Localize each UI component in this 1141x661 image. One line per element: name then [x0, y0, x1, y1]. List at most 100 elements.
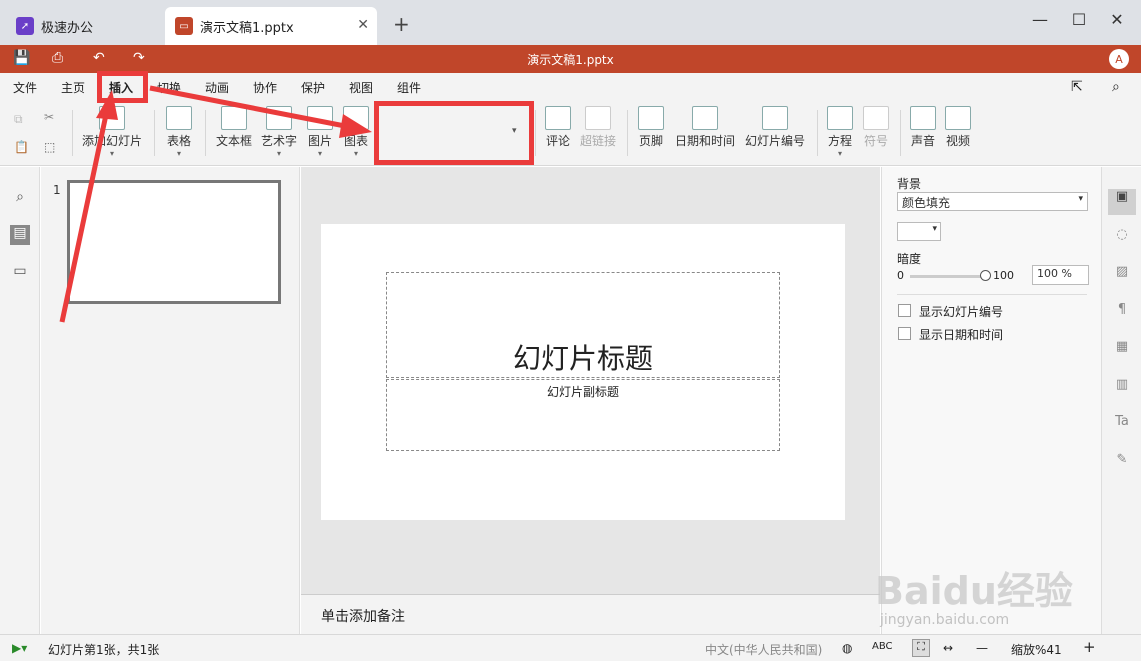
wordart-icon: [266, 106, 292, 130]
annotation-box-insert-menu: [97, 71, 148, 103]
menu-bar: 文件 主页 插入 切换 动画 协作 保护 视图 组件 ⇱ ⌕: [0, 73, 1141, 100]
opacity-stepper[interactable]: 100 %: [1032, 265, 1089, 285]
cut-icon[interactable]: ✂: [44, 110, 54, 124]
signature-icon[interactable]: ✎: [1113, 452, 1131, 470]
footer-icon: [638, 106, 664, 130]
close-tab-icon[interactable]: ✕: [357, 17, 369, 33]
equation-button[interactable]: 方程 ▾: [825, 106, 855, 158]
wordart-button[interactable]: 艺术字 ▾: [259, 106, 299, 158]
menu-view[interactable]: 视图: [349, 79, 373, 96]
menu-plugins[interactable]: 组件: [397, 79, 421, 96]
chart-settings-icon[interactable]: ▥: [1113, 377, 1131, 395]
comments-icon[interactable]: ▭: [10, 263, 30, 283]
show-slide-number-checkbox[interactable]: [898, 304, 911, 317]
slide-count: 幻灯片第1张，共1张: [48, 643, 160, 657]
copy-icon[interactable]: ⧉: [14, 112, 23, 127]
zoom-in-icon[interactable]: +: [1083, 638, 1096, 656]
omega-icon: [863, 106, 889, 130]
menu-transition[interactable]: 切换: [157, 79, 181, 96]
thumbnail-pane: 1: [41, 167, 300, 634]
title-placeholder[interactable]: 幻灯片标题: [386, 272, 780, 378]
table-button[interactable]: 表格 ▾: [163, 106, 195, 158]
fit-width-icon[interactable]: ↔: [943, 641, 953, 655]
language-select[interactable]: 中文(中华人民共和国): [705, 641, 822, 658]
table-settings-icon[interactable]: ▦: [1113, 339, 1131, 357]
paragraph-icon[interactable]: ¶: [1113, 302, 1131, 320]
wordart-label: 艺术字: [260, 134, 297, 148]
menu-animation[interactable]: 动画: [205, 79, 229, 96]
textbox-label: 文本框: [215, 134, 252, 148]
fit-slide-icon[interactable]: ⛶: [912, 639, 930, 657]
slider-min: 0: [897, 269, 904, 282]
close-window-icon[interactable]: ✕: [1102, 10, 1132, 29]
zoom-out-icon[interactable]: —: [976, 641, 988, 655]
footer-button[interactable]: 页脚: [636, 106, 666, 149]
fill-type-select[interactable]: 颜色填充 ▾: [897, 192, 1088, 211]
textbox-button[interactable]: 文本框: [212, 106, 256, 149]
background-label: 背景: [897, 177, 922, 191]
avatar[interactable]: A: [1109, 49, 1129, 69]
search-icon[interactable]: ⌕: [10, 189, 30, 209]
presentation-icon: ▭: [175, 17, 193, 35]
minimize-icon[interactable]: —: [1025, 10, 1055, 29]
slide-thumbnail[interactable]: [67, 180, 281, 304]
slides-panel-icon[interactable]: ▤: [10, 225, 30, 245]
maximize-icon[interactable]: ☐: [1064, 10, 1094, 29]
image-settings-icon[interactable]: ▨: [1113, 264, 1131, 282]
subtitle-placeholder[interactable]: 幻灯片副标题: [386, 379, 780, 451]
hyperlink-button[interactable]: 超链接: [578, 106, 618, 149]
chart-button[interactable]: 图表 ▾: [342, 106, 370, 158]
slide-number-button[interactable]: 幻灯片编号: [743, 106, 807, 149]
shape-settings-icon[interactable]: ◌: [1113, 227, 1131, 245]
fill-type-value: 颜色填充: [902, 196, 951, 210]
symbol-label: 符号: [863, 134, 888, 148]
dropdown-icon: ▾: [109, 149, 114, 158]
opacity-value: 100 %: [1037, 267, 1072, 280]
video-label: 视频: [945, 134, 970, 148]
slide-settings-icon[interactable]: ▣: [1108, 189, 1136, 215]
text-art-icon[interactable]: Ta: [1113, 414, 1131, 432]
tab-app[interactable]: ➚ 极速办公: [6, 7, 161, 45]
watermark-url: jingyan.baidu.com: [880, 612, 1010, 628]
image-icon: [307, 106, 333, 130]
datetime-button[interactable]: 日期和时间: [673, 106, 737, 149]
menu-file[interactable]: 文件: [13, 79, 37, 96]
slider-handle[interactable]: [980, 270, 991, 281]
speaker-icon: [910, 106, 936, 130]
spellcheck-icon[interactable]: ABC: [872, 641, 893, 652]
transparency-slider[interactable]: [910, 275, 985, 278]
open-location-icon[interactable]: ⇱: [1071, 79, 1083, 95]
comment-button[interactable]: 评论: [543, 106, 573, 149]
ribbon-toolbar: ⧉ ✂ 📋 ⬚ 添加幻灯片 ▾ 表格 ▾ 文本框 艺术字 ▾ 图片 ▾ 图表 ▾: [0, 100, 1141, 256]
show-datetime-checkbox[interactable]: [898, 327, 911, 340]
add-slide-label: 添加幻灯片: [81, 134, 142, 148]
slider-max: 100: [993, 269, 1014, 282]
search-icon[interactable]: ⌕: [1112, 79, 1120, 95]
select-all-icon[interactable]: ⬚: [44, 140, 55, 154]
slide[interactable]: 幻灯片标题 幻灯片副标题: [321, 224, 845, 520]
status-bar: ▶▾ 幻灯片第1张，共1张 中文(中华人民共和国) ◍ ABC ⛶ ↔ — 缩放…: [0, 634, 1141, 661]
color-picker[interactable]: ▾: [897, 222, 941, 241]
audio-label: 声音: [910, 134, 935, 148]
video-button[interactable]: 视频: [943, 106, 973, 149]
add-slide-button[interactable]: 添加幻灯片 ▾: [80, 106, 144, 158]
add-tab-button[interactable]: +: [393, 12, 410, 36]
menu-home[interactable]: 主页: [61, 79, 85, 96]
annotation-box-shapes: [374, 101, 534, 165]
tab-document[interactable]: ▭ 演示文稿1.pptx ✕: [165, 7, 377, 45]
link-icon: [585, 106, 611, 130]
menu-protect[interactable]: 保护: [301, 79, 325, 96]
symbol-button[interactable]: 符号: [861, 106, 891, 149]
editing-canvas: 幻灯片标题 幻灯片副标题: [301, 167, 880, 594]
paste-icon[interactable]: 📋: [14, 140, 29, 154]
comment-label: 评论: [545, 134, 570, 148]
left-rail: ⌕ ▤ ▭: [0, 167, 40, 634]
slide-number-icon: [762, 106, 788, 130]
datetime-label: 日期和时间: [674, 134, 735, 148]
image-button[interactable]: 图片 ▾: [306, 106, 334, 158]
menu-collaborate[interactable]: 协作: [253, 79, 277, 96]
slideshow-icon[interactable]: ▶▾: [12, 641, 27, 655]
notes-pane[interactable]: 单击添加备注: [301, 594, 880, 634]
audio-button[interactable]: 声音: [908, 106, 938, 149]
globe-icon[interactable]: ◍: [842, 641, 852, 655]
